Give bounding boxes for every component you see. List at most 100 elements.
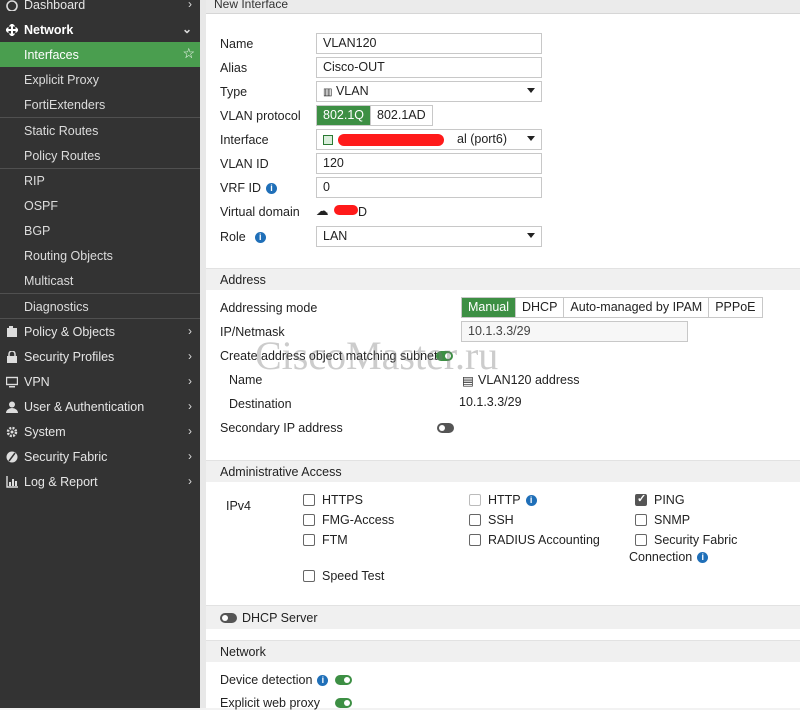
gear-icon (5, 425, 18, 438)
sidebar-item-interfaces[interactable]: Interfaces ☆ (0, 42, 200, 67)
ip-netmask-field[interactable]: 10.1.3.3/29 (461, 321, 688, 342)
role-select[interactable]: LAN (316, 226, 542, 247)
address-name-value: VLAN120 address (478, 373, 580, 387)
type-label: Type (220, 85, 248, 99)
sidebar-item-dashboard[interactable]: Dashboard › (0, 0, 200, 17)
secondary-ip-toggle[interactable] (437, 423, 454, 433)
network-icon (5, 23, 18, 36)
create-address-object-label: Create address object matching subnet (220, 349, 438, 363)
security-fabric-label: Security Fabric (654, 533, 738, 547)
virtual-domain-value: D (358, 205, 368, 219)
sidebar-item-log-report[interactable]: Log & Report › (0, 469, 200, 494)
device-detection-toggle[interactable] (335, 675, 352, 685)
sidebar-item-static-routes[interactable]: Static Routes (0, 118, 200, 143)
port-icon (323, 134, 333, 145)
page-header: New Interface (206, 0, 800, 14)
vlan-id-field[interactable]: 120 (316, 153, 542, 174)
addressing-mode-label: Addressing mode (220, 301, 318, 315)
mode-dhcp[interactable]: DHCP (516, 298, 565, 317)
vrf-id-field[interactable]: 0 (316, 177, 542, 198)
monitor-icon (5, 375, 18, 388)
name-label: Name (220, 37, 254, 51)
info-icon[interactable]: i (254, 232, 266, 244)
info-icon[interactable]: i (525, 495, 537, 507)
sidebar-item-system[interactable]: System › (0, 419, 200, 444)
sidebar-item-explicit-proxy[interactable]: Explicit Proxy (0, 67, 200, 92)
vlan-protocol-label: VLAN protocol (220, 109, 301, 123)
sidebar-item-vpn[interactable]: VPN › (0, 369, 200, 394)
sidebar-item-diagnostics[interactable]: Diagnostics (0, 294, 200, 319)
security-fabric-checkbox[interactable] (635, 534, 647, 546)
destination-value: 10.1.3.3/29 (459, 395, 522, 409)
user-icon (5, 400, 18, 413)
mode-pppoe[interactable]: PPPoE (709, 298, 762, 317)
sidebar: Dashboard › Network ⌄ Interfaces ☆ Expli… (0, 0, 200, 708)
vlan-protocol-8021q[interactable]: 802.1Q (317, 106, 372, 125)
vrf-id-label: VRF ID i (220, 181, 277, 195)
info-icon[interactable]: i (697, 552, 709, 564)
address-object-icon: ▤ (462, 374, 474, 388)
radius-accounting-checkbox[interactable] (469, 534, 481, 546)
info-icon[interactable]: i (265, 183, 277, 195)
sidebar-item-policy-objects[interactable]: Policy & Objects › (0, 319, 200, 344)
address-name-label: Name (229, 373, 263, 387)
sidebar-item-routing-objects[interactable]: Routing Objects (0, 243, 200, 268)
vlan-protocol-toggle: 802.1Q 802.1AD (316, 105, 433, 126)
mode-manual[interactable]: Manual (462, 298, 516, 317)
sidebar-item-ospf[interactable]: OSPF (0, 193, 200, 218)
vlan-protocol-8021ad[interactable]: 802.1AD (371, 106, 432, 125)
device-detection-label: Device detection i (220, 673, 329, 687)
ftm-checkbox[interactable] (303, 534, 315, 546)
section-administrative-access: Administrative Access (206, 460, 800, 482)
mode-ipam[interactable]: Auto-managed by IPAM (564, 298, 710, 317)
chevron-down-icon (527, 136, 535, 141)
dhcp-server-toggle[interactable] (220, 613, 237, 623)
ping-checkbox[interactable] (635, 492, 647, 506)
http-label: HTTP i (488, 493, 537, 507)
policy-icon (5, 325, 18, 338)
speed-test-checkbox[interactable] (303, 570, 315, 582)
sidebar-item-security-profiles[interactable]: Security Profiles › (0, 344, 200, 369)
explicit-web-proxy-toggle[interactable] (335, 698, 352, 708)
sidebar-item-fortiextenders[interactable]: FortiExtenders (0, 92, 200, 117)
sidebar-item-security-fabric[interactable]: Security Fabric › (0, 444, 200, 469)
speed-test-label: Speed Test (322, 569, 385, 583)
chevron-right-icon: › (188, 324, 192, 338)
type-select[interactable]: ▥ VLAN (316, 81, 542, 102)
name-field[interactable]: VLAN120 (316, 33, 542, 54)
sidebar-item-network[interactable]: Network ⌄ (0, 17, 200, 42)
section-dhcp-server: DHCP Server (206, 605, 800, 629)
http-checkbox[interactable] (469, 494, 481, 506)
alias-field[interactable]: Cisco-OUT (316, 57, 542, 78)
create-address-object-toggle[interactable] (436, 351, 453, 361)
chevron-down-icon: ⌄ (181, 22, 192, 36)
chevron-right-icon: › (188, 0, 192, 11)
role-label: Role i (220, 230, 266, 244)
addressing-mode-toggle: Manual DHCP Auto-managed by IPAM PPPoE (461, 297, 763, 318)
sidebar-item-rip[interactable]: RIP (0, 168, 200, 193)
chevron-right-icon: › (188, 349, 192, 363)
https-checkbox[interactable] (303, 494, 315, 506)
chevron-right-icon: › (188, 474, 192, 488)
ssh-checkbox[interactable] (469, 514, 481, 526)
chevron-down-icon (527, 233, 535, 238)
redaction-mark (338, 134, 444, 146)
sidebar-item-user-authentication[interactable]: User & Authentication › (0, 394, 200, 419)
sidebar-item-policy-routes[interactable]: Policy Routes (0, 143, 200, 168)
secondary-ip-label: Secondary IP address (220, 421, 343, 435)
fmg-access-label: FMG-Access (322, 513, 395, 527)
fmg-access-checkbox[interactable] (303, 514, 315, 526)
sidebar-item-bgp[interactable]: BGP (0, 218, 200, 243)
destination-label: Destination (229, 397, 292, 411)
redaction-mark (334, 205, 358, 215)
star-icon[interactable]: ☆ (182, 45, 195, 62)
radius-accounting-label: RADIUS Accounting (488, 533, 600, 547)
ssh-label: SSH (488, 513, 514, 527)
info-icon[interactable]: i (317, 675, 329, 687)
chevron-down-icon (527, 88, 535, 93)
sidebar-item-multicast[interactable]: Multicast (0, 268, 200, 293)
section-address: Address (206, 268, 800, 290)
ipv4-label: IPv4 (226, 499, 252, 513)
snmp-checkbox[interactable] (635, 514, 647, 526)
cloud-icon: ☁ (316, 204, 329, 218)
